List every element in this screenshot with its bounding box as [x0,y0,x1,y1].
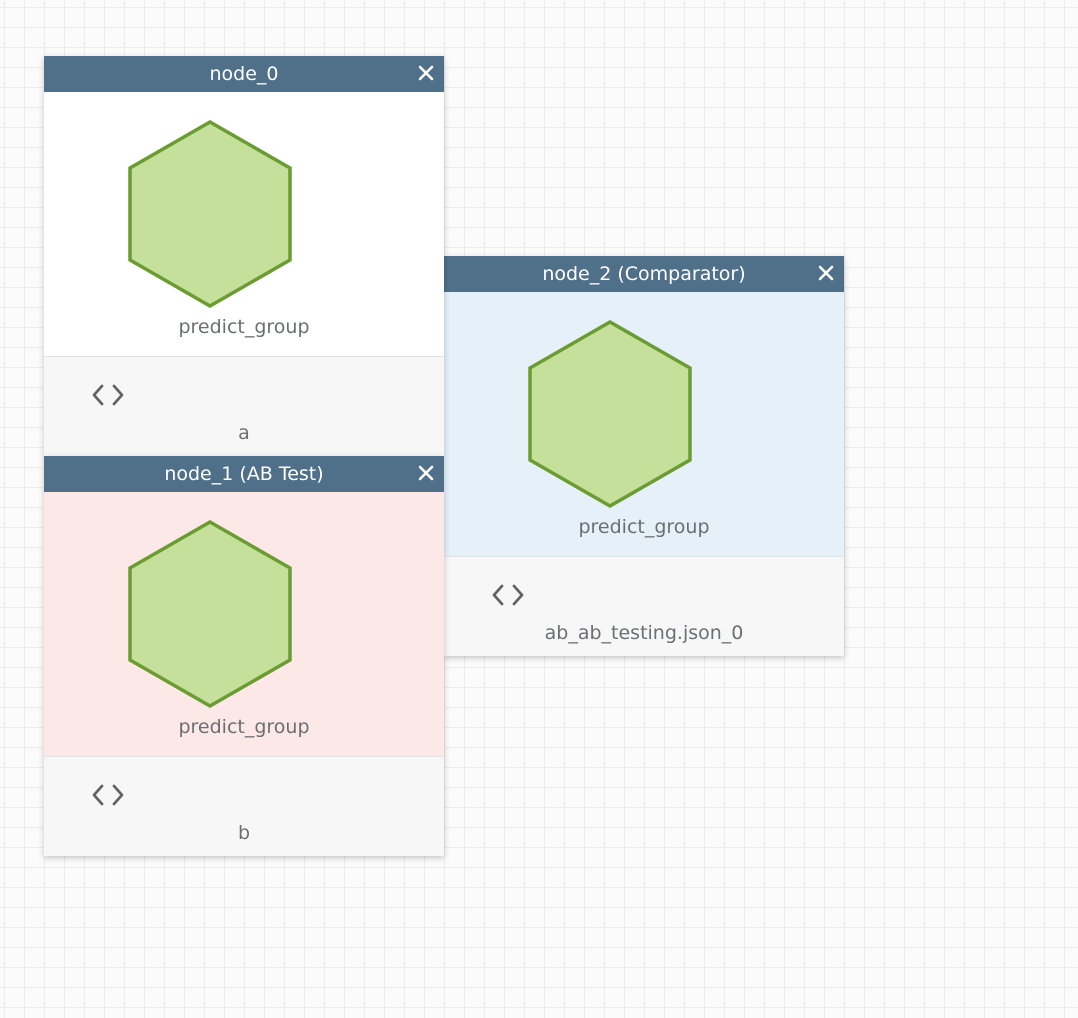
node-header[interactable]: node_0 [44,56,444,92]
node-footer-label: ab_ab_testing.json_0 [544,622,744,644]
node-type-label: predict_group [578,516,710,538]
node-body: predict_group [444,292,844,557]
node-card-node-2[interactable]: node_2 (Comparator) predict_group ab_ab_… [444,256,844,656]
close-icon[interactable] [416,63,436,83]
node-card-node-0[interactable]: node_0 predict_group a [44,56,444,456]
node-footer-label: a [238,422,250,444]
node-header[interactable]: node_2 (Comparator) [444,256,844,292]
code-icon[interactable] [90,782,126,808]
node-body: predict_group [44,492,444,757]
node-footer: b [44,757,444,856]
close-icon[interactable] [816,263,836,283]
node-title: node_0 [209,63,279,85]
node-footer-label: b [237,822,251,844]
node-footer: ab_ab_testing.json_0 [444,557,844,656]
node-type-label: predict_group [178,716,310,738]
node-type-label: predict_group [178,316,310,338]
code-icon[interactable] [90,382,126,408]
node-title: node_2 (Comparator) [542,263,746,285]
close-icon[interactable] [416,463,436,483]
hexagon-icon [128,520,292,708]
code-icon[interactable] [490,582,526,608]
node-header[interactable]: node_1 (AB Test) [44,456,444,492]
node-card-node-1[interactable]: node_1 (AB Test) predict_group b [44,456,444,856]
node-body: predict_group [44,92,444,357]
node-footer: a [44,357,444,456]
hexagon-icon [128,120,292,308]
hexagon-icon [528,320,692,508]
node-title: node_1 (AB Test) [164,463,324,485]
